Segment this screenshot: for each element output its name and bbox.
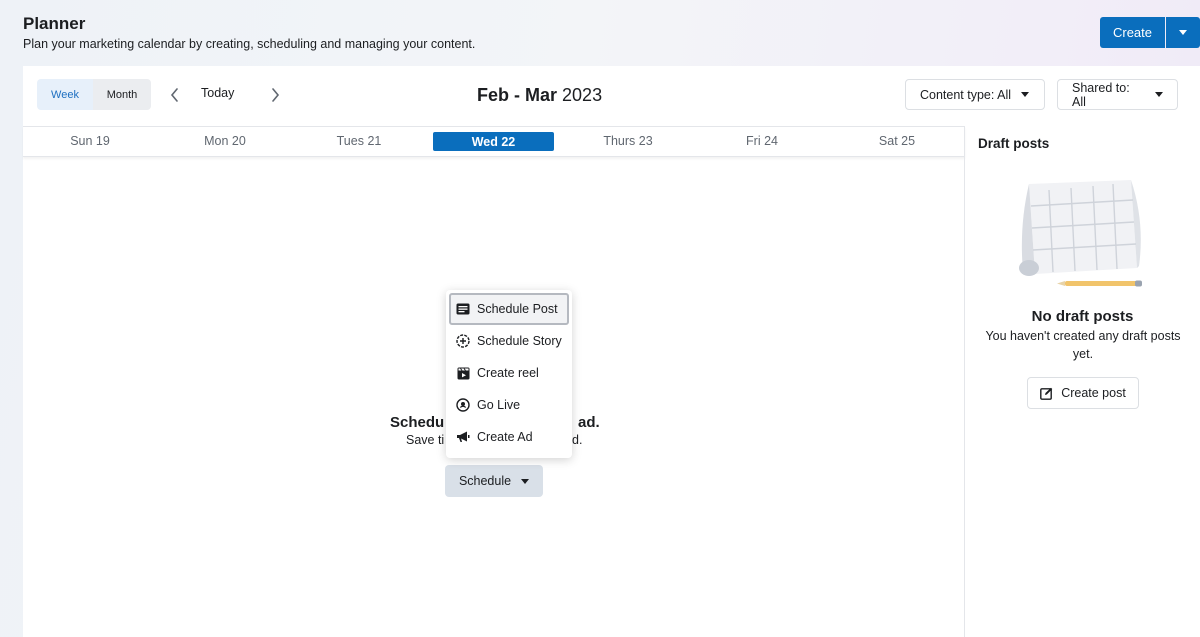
draft-posts-title: Draft posts [978,136,1050,151]
sidebar-divider [964,126,965,637]
menu-item-label: Schedule Story [477,334,562,348]
content-type-label: Content type: All [920,87,1012,102]
date-range-months: Feb - Mar [477,85,558,105]
menu-item-label: Create Ad [477,430,533,444]
date-range-title: Feb - Mar 2023 [477,85,602,106]
menu-item-go-live[interactable]: Go Live [449,389,569,421]
planner-card: Week Month Today Feb - Mar 2023 Content … [23,66,1200,637]
menu-item-label: Create reel [477,366,539,380]
reel-icon [456,366,470,380]
content-type-filter[interactable]: Content type: All [905,79,1045,110]
day-header-row: Sun 19 Mon 20 Tues 21 Wed 22 Thurs 23 Fr… [23,126,965,157]
chevron-down-icon [521,478,530,484]
chevron-down-icon [1155,92,1163,97]
empty-drafts-illustration [1013,176,1148,296]
empty-state-desc-end: d. [572,433,583,447]
menu-item-label: Go Live [477,398,521,412]
live-icon [456,398,470,412]
shared-to-filter[interactable]: Shared to: All [1057,79,1178,110]
no-drafts-description: You haven't created any draft posts yet. [985,329,1181,361]
menu-item-create-ad[interactable]: Create Ad [449,421,569,453]
post-icon [456,302,470,316]
chevron-down-icon [1179,30,1187,35]
chevron-left-icon [170,88,178,102]
chevron-right-icon [271,88,279,102]
page-header: Planner Plan your marketing calendar by … [0,0,1200,66]
menu-item-label: Schedule Post [477,302,558,316]
create-post-button[interactable]: Create post [1027,377,1139,409]
no-drafts-title: No draft posts [1031,308,1134,325]
create-button[interactable]: Create [1100,17,1165,48]
day-header[interactable]: Mon 20 [165,134,285,148]
day-header[interactable]: Tues 21 [299,134,419,148]
date-range-year: 2023 [562,85,603,105]
edit-icon [1040,387,1053,400]
day-header[interactable]: Thurs 23 [568,134,688,148]
previous-week-button[interactable] [164,84,184,106]
empty-state-title-start: Schedu [390,414,445,431]
schedule-menu: Schedule Post Schedule Story Create reel… [446,290,572,458]
megaphone-icon [456,430,470,444]
empty-state-desc-start: Save ti [406,433,445,447]
day-header[interactable]: Sun 19 [30,134,150,148]
day-header[interactable]: Sat 25 [837,134,957,148]
chevron-down-icon [1021,92,1030,97]
menu-item-create-reel[interactable]: Create reel [449,357,569,389]
page-title: Planner [23,14,86,33]
page-subtitle: Plan your marketing calendar by creating… [23,37,476,51]
menu-item-schedule-story[interactable]: Schedule Story [449,325,569,357]
view-month-button[interactable]: Month [93,79,151,110]
empty-state-title-end: ad. [578,414,600,431]
create-post-label: Create post [1061,386,1126,400]
story-plus-icon [456,334,470,348]
schedule-button[interactable]: Schedule [445,465,543,497]
menu-item-schedule-post[interactable]: Schedule Post [449,293,569,325]
schedule-label: Schedule [458,474,512,488]
day-header-active[interactable]: Wed 22 [433,132,554,151]
create-dropdown-button[interactable] [1166,17,1200,48]
day-header[interactable]: Fri 24 [702,134,822,148]
shared-to-label: Shared to: All [1072,80,1130,109]
view-week-button[interactable]: Week [37,79,93,110]
calendar-toolbar: Week Month Today Feb - Mar 2023 Content … [23,66,1200,126]
next-week-button[interactable] [265,84,285,106]
today-button[interactable]: Today [201,86,234,100]
view-toggle: Week Month [37,79,151,110]
